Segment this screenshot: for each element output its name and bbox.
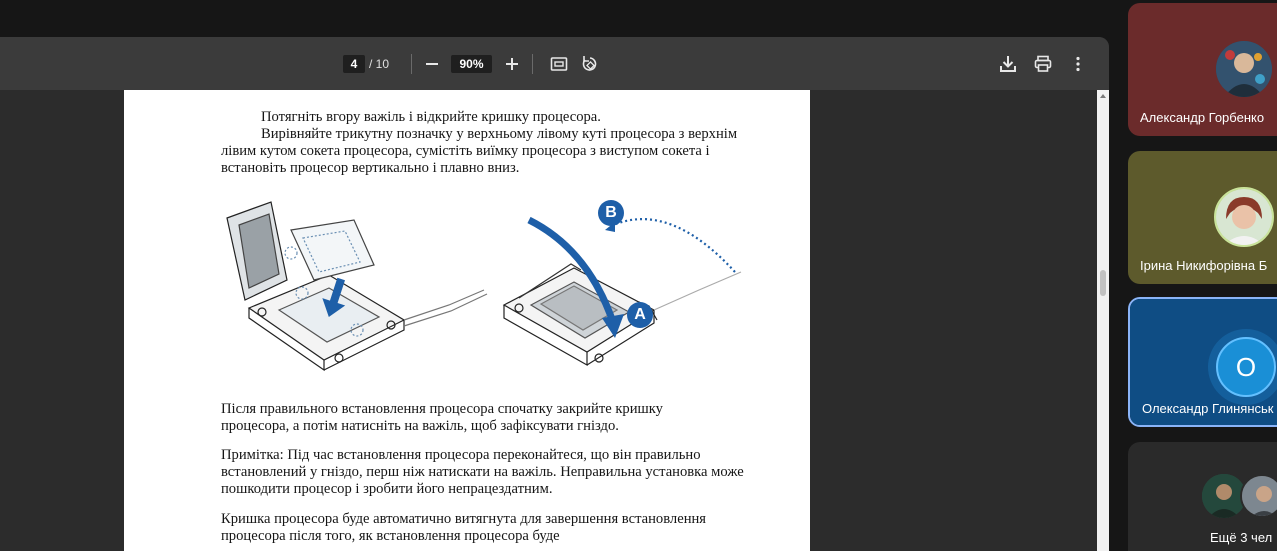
zoom-in-button[interactable] <box>500 52 524 76</box>
pdf-toolbar: 4 / 10 90% <box>0 37 1109 90</box>
scrollbar-thumb[interactable] <box>1100 270 1106 296</box>
plus-icon <box>506 58 518 70</box>
participant-tile[interactable]: Александр Горбенко <box>1128 3 1277 136</box>
minus-icon <box>426 63 438 65</box>
toolbar-divider <box>532 54 533 74</box>
avatar <box>1216 41 1272 97</box>
participant-name: Ірина Никифорівна Б <box>1140 258 1268 273</box>
page-number-input[interactable]: 4 <box>343 55 365 73</box>
pdf-viewer: 4 / 10 90% Потягніть вгору важіль і відк… <box>0 37 1109 551</box>
paragraph-3: Після правильного встановлення процесора… <box>221 401 663 434</box>
more-participants-tile[interactable]: Ещё 3 чел <box>1128 442 1277 551</box>
more-options-button[interactable] <box>1066 52 1090 76</box>
paragraph-4: Примітка: Під час встановлення процесора… <box>221 447 744 497</box>
badge-b: B <box>598 200 624 226</box>
download-button[interactable] <box>996 52 1020 76</box>
more-vert-icon <box>1076 56 1080 72</box>
scrollbar[interactable] <box>1097 90 1109 551</box>
toolbar-divider <box>411 54 412 74</box>
print-icon <box>1034 55 1052 72</box>
page-total: / 10 <box>369 57 390 71</box>
participant-name: Александр Горбенко <box>1140 110 1265 125</box>
paragraph-5: Кришка процесора буде автоматично витягн… <box>221 511 707 544</box>
print-button[interactable] <box>1031 52 1055 76</box>
rotate-icon <box>582 56 597 71</box>
participant-tile[interactable]: Ірина Никифорівна Б <box>1128 151 1277 284</box>
cpu-install-illustration <box>226 201 742 372</box>
more-participants-label: Ещё 3 чел <box>1210 530 1273 545</box>
socket-open-illustration <box>226 201 488 372</box>
pdf-page: Потягніть вгору важіль і відкрийте кришк… <box>124 90 810 551</box>
participant-tile-active[interactable]: О Олександр Глинянськ <box>1128 297 1277 427</box>
avatar <box>1240 474 1277 518</box>
rotate-button[interactable] <box>578 52 602 76</box>
avatar-initial: О <box>1216 337 1276 397</box>
badge-a: A <box>627 302 653 328</box>
screen: 4 / 10 90% Потягніть вгору важіль і відк… <box>0 0 1277 551</box>
zoom-input[interactable]: 90% <box>451 55 492 73</box>
fit-page-button[interactable] <box>547 52 571 76</box>
download-icon <box>1000 56 1016 72</box>
participant-name: Олександр Глинянськ <box>1142 401 1274 416</box>
paragraph-2: Вирівняйте трикутну позначку у верхньому… <box>221 126 738 176</box>
dotted-arc <box>610 218 736 273</box>
paragraph-1: Потягніть вгору важіль і відкрийте кришк… <box>261 109 601 125</box>
fit-page-icon <box>550 57 568 71</box>
avatar <box>1214 187 1274 247</box>
scroll-up-arrow-icon[interactable] <box>1099 92 1107 100</box>
document-scroll-area[interactable]: Потягніть вгору важіль і відкрийте кришк… <box>0 90 1109 551</box>
zoom-out-button[interactable] <box>420 52 444 76</box>
